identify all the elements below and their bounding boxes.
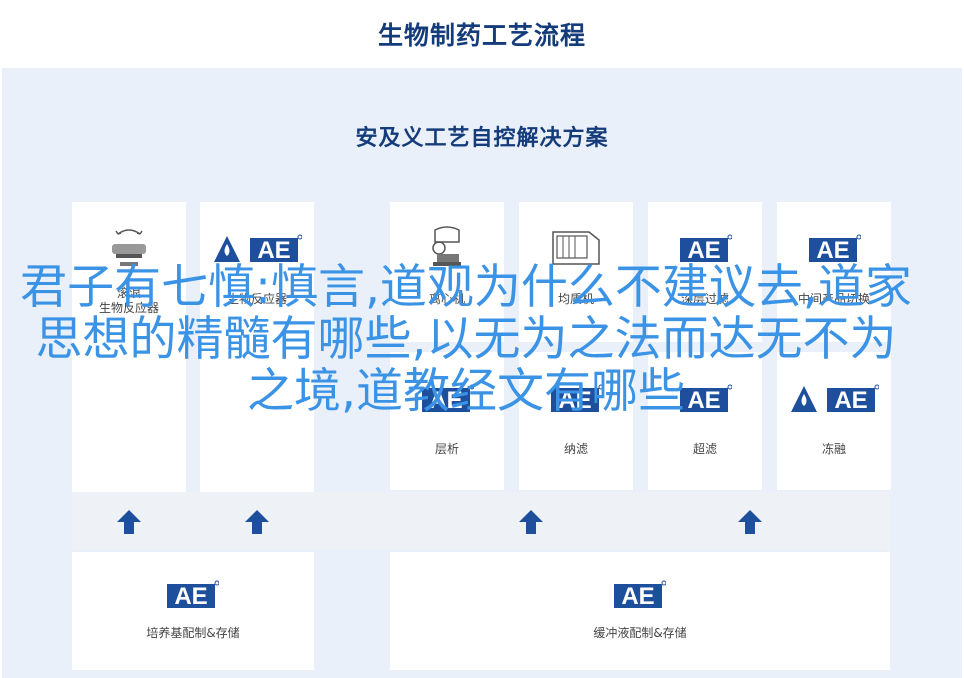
up-arrow-icon — [117, 510, 141, 534]
card-buffer-prep: AE 缓冲液配制&存储 — [390, 552, 890, 670]
ae-logo: AE — [614, 580, 666, 610]
card-label: 培养基配制&存储 — [146, 626, 240, 640]
card-label: 层析 — [434, 442, 459, 456]
card-label: 缓冲液配制&存储 — [593, 626, 687, 640]
svg-text:AE: AE — [174, 583, 207, 610]
ae-logo: AE — [167, 580, 219, 610]
page-title: 生物制药工艺流程 — [377, 21, 586, 50]
up-arrow-icon — [245, 510, 269, 534]
card-label: 纳滤 — [563, 442, 588, 456]
up-arrow-icon — [738, 510, 762, 534]
card-label: 超滤 — [692, 442, 717, 456]
card-label: 冻融 — [821, 442, 846, 456]
solution-subtitle: 安及义工艺自控解决方案 — [355, 126, 609, 151]
up-arrow-icon — [519, 510, 543, 534]
svg-text:AE: AE — [621, 583, 654, 610]
card-media-prep: AE 培养基配制&存储 — [72, 552, 314, 670]
overlay-headline: 君子有七慎:慎言,道观为什么不建议去,道家思想的精髓有哪些,以无为之法而达无不为… — [20, 260, 912, 419]
arrow-band — [72, 492, 890, 550]
